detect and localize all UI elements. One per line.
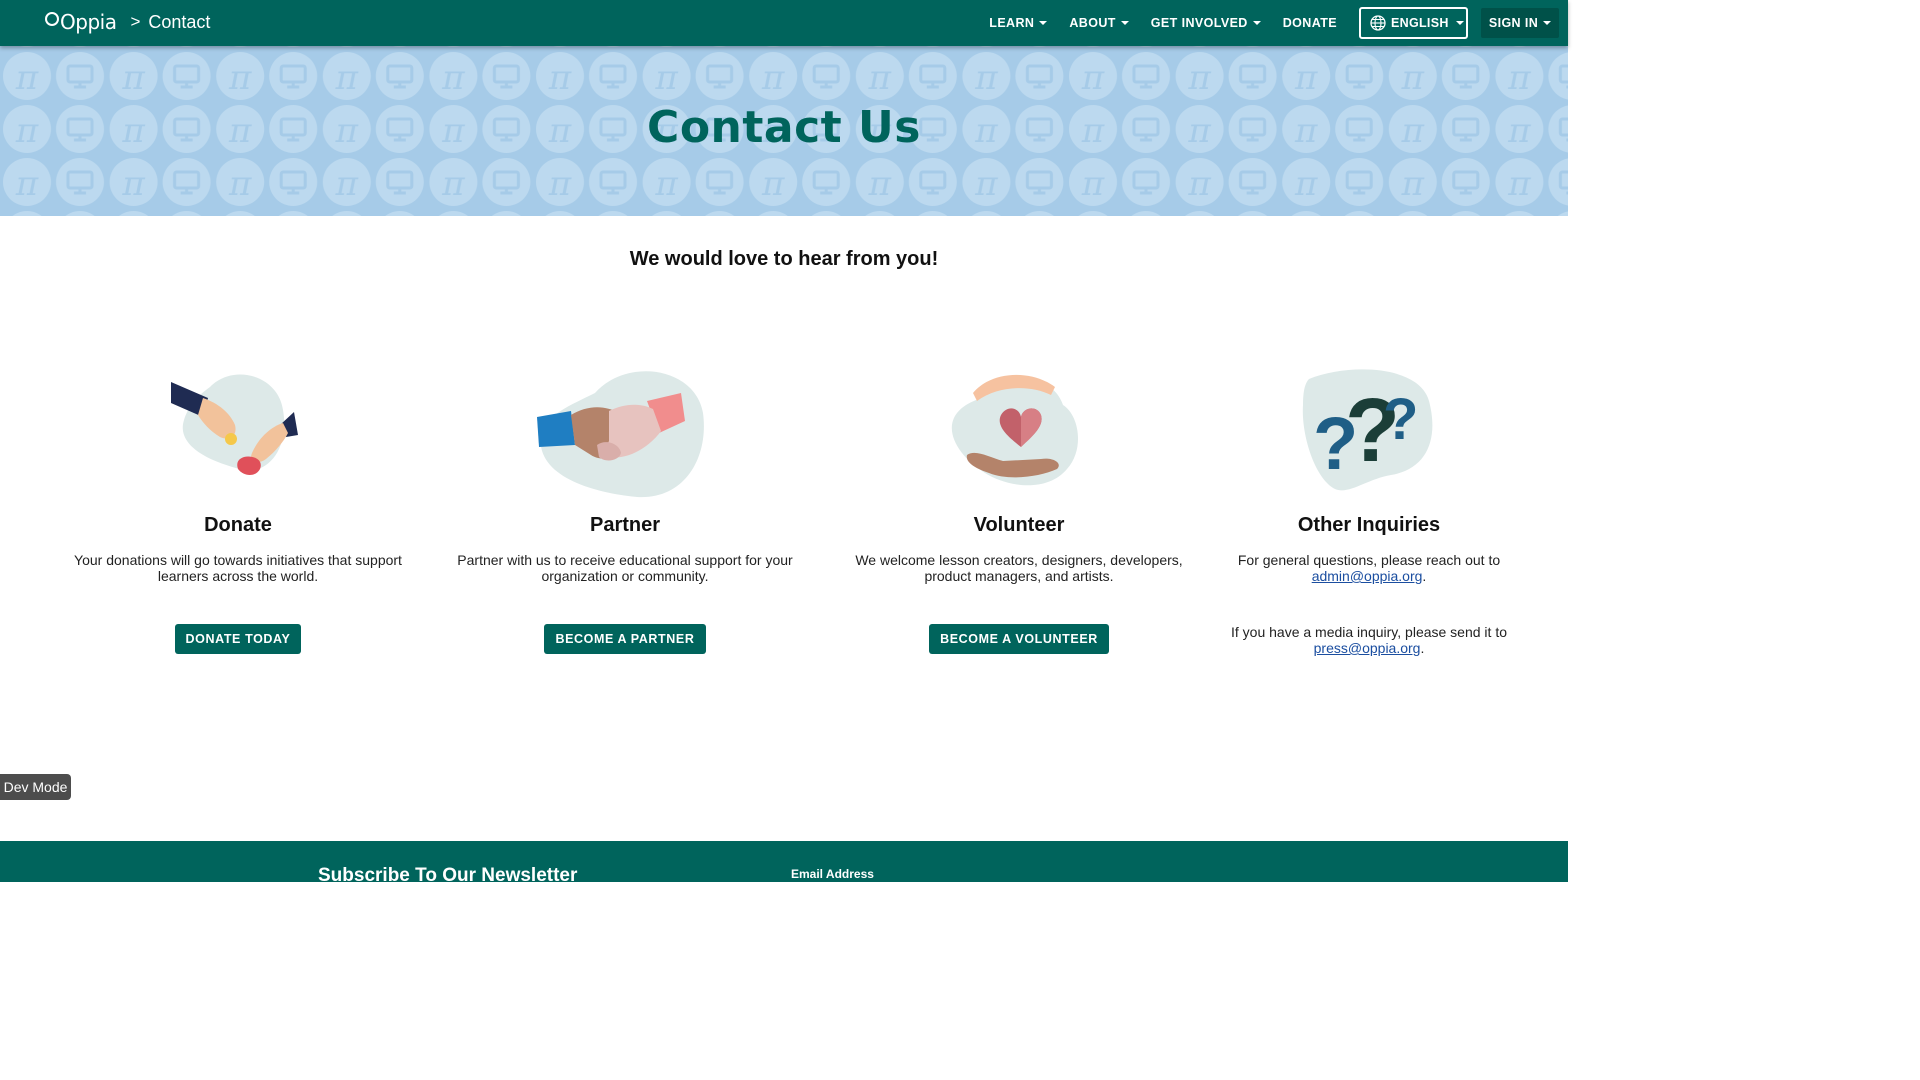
become-a-volunteer-button[interactable]: BECOME A VOLUNTEER — [929, 624, 1109, 654]
caret-down-icon — [1543, 21, 1552, 25]
caret-down-icon — [1120, 21, 1129, 25]
nav-menu: LEARN ABOUT GET INVOLVED DONATE ENGLISH — [989, 0, 1568, 46]
card-title: Partner — [589, 514, 661, 536]
globe-icon — [1370, 15, 1386, 31]
handshake-illustration-icon — [537, 371, 704, 498]
card-title: Other Inquiries — [1297, 514, 1441, 536]
partner-card: Partner Partner with us to receive educa… — [445, 365, 805, 654]
email-address-label: Email Address — [791, 867, 874, 881]
breadcrumb-separator: > — [130, 12, 141, 31]
card-title: Volunteer — [973, 514, 1065, 536]
period-text: . — [1420, 640, 1425, 656]
page-title: Contact Us — [647, 102, 921, 153]
other-inquiries-card: ? ? ? Other Inquiries For general questi… — [1189, 365, 1549, 656]
page-banner: π Contact Us — [0, 46, 1568, 216]
period-text: . — [1422, 568, 1427, 584]
media-inquiry-text: If you have a media inquiry, please send… — [1230, 624, 1507, 640]
donate-illustration-icon — [171, 374, 298, 475]
question-marks-illustration-icon: ? ? ? — [1302, 369, 1433, 491]
sign-in-label: SIGN IN — [1488, 16, 1539, 30]
sign-in-button[interactable]: SIGN IN — [1481, 8, 1559, 38]
card-description: Your donations will go towards initiativ… — [74, 552, 402, 584]
caret-down-icon — [1039, 21, 1048, 25]
caret-down-icon — [1455, 21, 1464, 25]
dev-mode-badge: Dev Mode — [0, 774, 71, 800]
svg-text:?: ? — [1383, 387, 1418, 452]
newsletter-title: Subscribe To Our Newsletter — [318, 865, 578, 882]
volunteer-card: Volunteer We welcome lesson creators, de… — [839, 365, 1199, 654]
nav-about[interactable]: ABOUT — [1069, 16, 1129, 30]
general-inquiry-text: For general questions, please reach out … — [1237, 552, 1501, 568]
nav-about-label: ABOUT — [1069, 16, 1116, 30]
nav-get-involved-label: GET INVOLVED — [1150, 16, 1248, 30]
card-description-general: For general questions, please reach out … — [1189, 552, 1549, 584]
nav-donate[interactable]: DONATE — [1283, 16, 1337, 30]
top-navbar: Oppia > Contact LEARN ABOUT GET INVOLVED… — [0, 0, 1568, 46]
press-email-link[interactable]: press@oppia.org — [1314, 640, 1421, 656]
language-label: ENGLISH — [1391, 16, 1449, 30]
card-description-media: If you have a media inquiry, please send… — [1189, 624, 1549, 656]
nav-learn[interactable]: LEARN — [989, 16, 1048, 30]
donate-today-button[interactable]: DONATE TODAY — [174, 624, 302, 654]
nav-donate-label: DONATE — [1282, 16, 1337, 30]
brand: Oppia > Contact — [45, 10, 210, 34]
subheading: We would love to hear from you! — [629, 248, 939, 270]
oppia-logo-icon — [45, 12, 59, 26]
become-a-partner-button[interactable]: BECOME A PARTNER — [544, 624, 706, 654]
footer: Subscribe To Our Newsletter Email Addres… — [0, 841, 1568, 882]
volunteer-illustration-icon — [951, 374, 1079, 486]
admin-email-link[interactable]: admin@oppia.org — [1312, 568, 1423, 584]
oppia-logo[interactable]: Oppia — [45, 10, 117, 34]
donate-card: Donate Your donations will go towards in… — [58, 365, 418, 654]
brand-name: Oppia — [60, 10, 117, 34]
card-description: We welcome lesson creators, designers, d… — [855, 552, 1183, 584]
language-selector[interactable]: ENGLISH — [1359, 7, 1468, 39]
card-title: Donate — [204, 514, 272, 536]
breadcrumb-current: Contact — [148, 11, 211, 32]
nav-learn-label: LEARN — [989, 16, 1035, 30]
nav-get-involved[interactable]: GET INVOLVED — [1151, 16, 1261, 30]
card-description: Partner with us to receive educational s… — [457, 552, 793, 584]
caret-down-icon — [1252, 21, 1261, 25]
